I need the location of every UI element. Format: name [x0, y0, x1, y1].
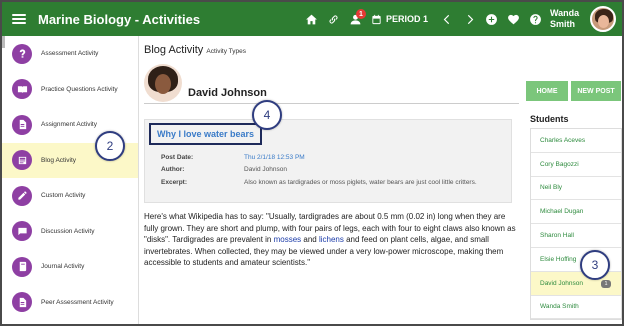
post-date-label: Post Date: — [161, 154, 194, 161]
period-label: PERIOD 1 — [385, 14, 428, 24]
user-name[interactable]: Wanda Smith — [550, 8, 588, 30]
author-label: Author: — [161, 166, 185, 173]
callout-3: 3 — [580, 250, 610, 280]
app-title: Marine Biology - Activities — [38, 11, 201, 27]
heart-icon[interactable] — [502, 8, 524, 30]
book-open-icon — [12, 79, 32, 100]
menu-icon[interactable] — [12, 14, 26, 24]
sidebar-item-journal[interactable]: Journal Activity — [2, 249, 138, 285]
sidebar-item-label: Peer Assessment Activity — [41, 298, 114, 306]
main-content: Blog Activity Activity Types David Johns… — [139, 36, 524, 324]
sidebar-item-assessment[interactable]: Assessment Activity — [2, 36, 138, 72]
post-title-link[interactable]: Why I love water bears — [157, 129, 254, 139]
page-subtitle: Activity Types — [206, 48, 246, 55]
user-avatar[interactable] — [590, 6, 616, 32]
sidebar-item-practice-questions[interactable]: Practice Questions Activity — [2, 72, 138, 108]
mosses-link[interactable]: mosses — [274, 235, 302, 244]
notification-badge: 1 — [355, 9, 366, 19]
top-bar-actions: 1 PERIOD 1 Wanda Smith — [301, 2, 622, 36]
post-title-highlight: Why I love water bears — [149, 123, 263, 145]
person-icon[interactable]: 1 — [345, 8, 367, 30]
students-panel: HOME NEW POST Students Charles Aceves Co… — [524, 36, 622, 324]
sidebar-item-discussion[interactable]: Discussion Activity — [2, 214, 138, 250]
post-count-badge: 1 — [601, 279, 611, 288]
student-list-item[interactable]: Michael Dugan — [531, 200, 621, 225]
sidebar-item-label: Assessment Activity — [41, 50, 99, 58]
journal-icon — [12, 256, 32, 277]
lichens-link[interactable]: lichens — [319, 235, 344, 244]
student-list-item[interactable]: Charles Aceves — [531, 129, 621, 153]
student-list: Charles Aceves Cory Bagozzi Neil Bly Mic… — [530, 128, 622, 321]
add-circle-icon[interactable] — [480, 8, 502, 30]
top-bar: Marine Biology - Activities 1 PERIOD 1 W… — [2, 2, 622, 36]
divider — [144, 103, 519, 104]
sidebar-item-label: Blog Activity — [41, 156, 77, 164]
students-heading: Students — [530, 114, 569, 124]
home-button[interactable]: HOME — [526, 81, 568, 101]
sidebar-item-label: Assignment Activity — [41, 121, 97, 129]
post-body: Here's what Wikipedia has to say: "Usual… — [144, 212, 516, 267]
link-icon[interactable] — [323, 8, 345, 30]
callout-4: 4 — [252, 100, 282, 130]
document-icon — [12, 292, 32, 313]
student-list-item[interactable]: Neil Bly — [531, 177, 621, 201]
sidebar-item-label: Practice Questions Activity — [41, 85, 118, 93]
help-icon[interactable] — [524, 8, 546, 30]
chevron-left-icon[interactable] — [436, 8, 458, 30]
student-avatar — [144, 64, 182, 102]
student-list-item-active[interactable]: David Johnson 1 — [531, 271, 621, 296]
activity-sidebar: Assessment Activity Practice Questions A… — [2, 36, 139, 324]
student-list-item[interactable]: Wanda Smith — [531, 296, 621, 320]
student-list-item[interactable]: Cory Bagozzi — [531, 153, 621, 177]
period-selector[interactable]: PERIOD 1 — [371, 14, 428, 25]
blog-icon — [12, 150, 32, 171]
new-post-button[interactable]: NEW POST — [571, 81, 621, 101]
callout-2: 2 — [95, 131, 125, 161]
pencil-icon — [12, 185, 32, 206]
sidebar-item-label: Journal Activity — [41, 263, 85, 271]
calendar-icon — [372, 14, 381, 24]
home-icon[interactable] — [301, 8, 323, 30]
sidebar-item-custom[interactable]: Custom Activity — [2, 178, 138, 214]
student-list-item[interactable]: Sharon Hall — [531, 224, 621, 248]
sidebar-item-label: Discussion Activity — [41, 227, 95, 235]
blog-post-card: Why I love water bears Post Date: Thu 2/… — [144, 119, 512, 203]
document-icon — [12, 114, 32, 135]
excerpt-label: Excerpt: — [161, 179, 188, 186]
page-title: Blog Activity Activity Types — [144, 44, 246, 56]
chevron-right-icon[interactable] — [458, 8, 480, 30]
post-date-value: Thu 2/1/18 12:53 PM — [244, 154, 305, 161]
student-name: David Johnson — [188, 87, 267, 99]
author-value: David Johnson — [244, 166, 287, 173]
question-icon — [12, 43, 32, 64]
chat-icon — [12, 221, 32, 242]
app-window: Marine Biology - Activities 1 PERIOD 1 W… — [0, 0, 624, 326]
sidebar-item-peer-assessment[interactable]: Peer Assessment Activity — [2, 285, 138, 321]
sidebar-item-label: Custom Activity — [41, 192, 86, 200]
excerpt-value: Also known as tardigrades or moss piglet… — [244, 179, 477, 186]
